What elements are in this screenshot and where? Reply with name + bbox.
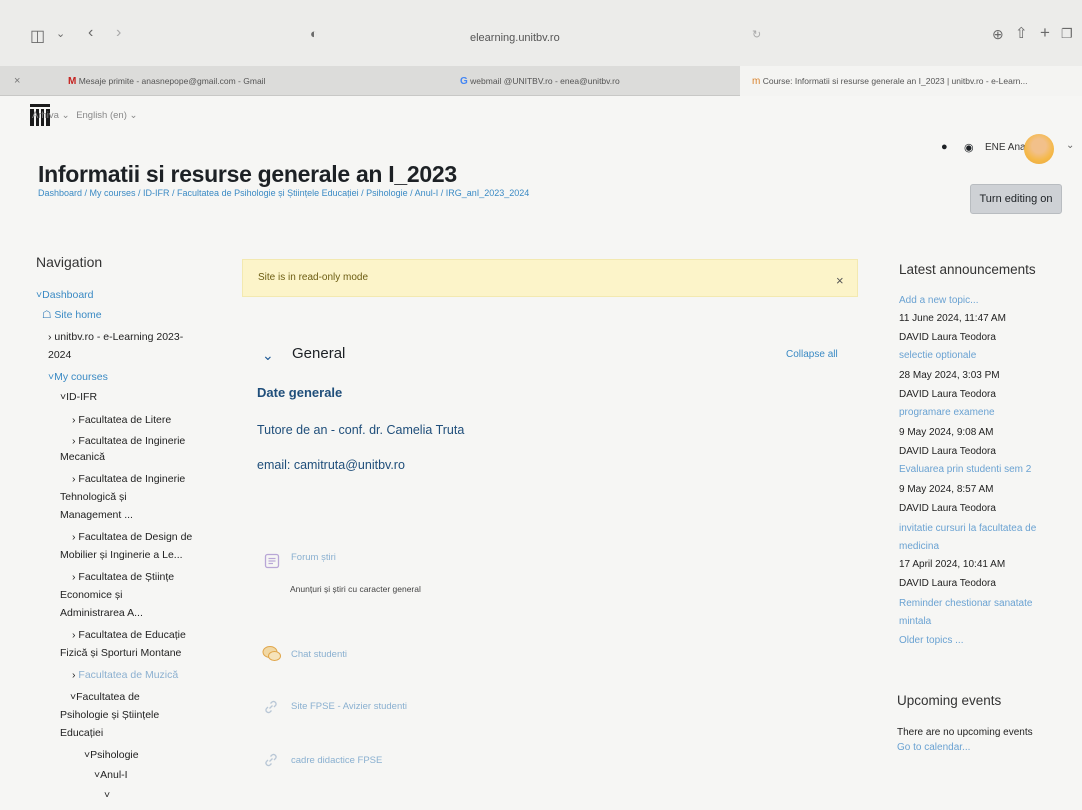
nav-elearning-cont[interactable]: 2024 [48,347,233,363]
forward-icon[interactable]: › [116,24,121,42]
google-icon: G [460,76,468,87]
announcement-topic-link[interactable]: Reminder chestionar sanatate mintala [899,595,1059,631]
nav-inginerie-mecanica[interactable]: › Facultatea de Inginerie [72,433,257,449]
close-icon[interactable]: × [836,273,844,288]
announcement-date: 28 May 2024, 3:03 PM [899,370,1000,381]
tab-course[interactable]: m Course: Informatii si resurse generale… [740,66,1082,96]
nav-my-courses[interactable]: ˅My courses [48,369,233,385]
moodle-icon: m [752,76,761,87]
nav-litere[interactable]: › Facultatea de Litere [72,412,257,428]
nav-muzica[interactable]: › Facultatea de Muzică [72,667,257,683]
chat-bubble-icon[interactable]: ◉ [964,141,974,154]
activity-forum-link[interactable]: Forum știri [291,552,336,563]
announcement-topic-link[interactable]: Evaluarea prin studenti sem 2 [899,463,1059,477]
address-bar[interactable]: elearning.unitbv.ro [470,32,560,44]
avatar[interactable] [1024,134,1054,164]
announcement-author: DAVID Laura Teodora [899,578,996,589]
announcement-topic-link[interactable]: invitatie cursuri la facultatea de medic… [899,520,1059,556]
nav-inginerie-tehnologica[interactable]: › Facultatea de Inginerie [72,471,257,487]
nav-id-ifr[interactable]: ˅ID-IFR [60,389,245,405]
gmail-icon: M [68,76,77,87]
announcements-title: Latest announcements [899,262,1036,277]
nav-design-mobilier[interactable]: › Facultatea de Design de [72,529,257,545]
alert-text: Site is in read-only mode [258,272,369,283]
go-to-calendar-link[interactable]: Go to calendar... [897,742,970,753]
home-icon: ☖ [42,309,52,321]
chevron-down-icon[interactable]: ⌄ [1066,140,1074,151]
announcement-author: DAVID Laura Teodora [899,389,996,400]
nav-stiinte-economice-cont[interactable]: Economice și [60,587,245,603]
tutor-email: email: camitruta@unitbv.ro [257,458,405,472]
nav-psihologie-faculty-cont2[interactable]: Educației [60,725,245,741]
nav-inginerie-mecanica-cont[interactable]: Mecanică [60,449,245,465]
user-name[interactable]: ENE Ana [985,142,1026,153]
browser-toolbar: ◫ ⌄ ‹ › ◐ elearning.unitbv.ro ↻ ⊕ ⇧ + ❐ [0,0,1082,66]
chevron-down-icon[interactable]: ⌄ [56,27,65,40]
tab-overview-icon[interactable]: ❐ [1061,26,1073,42]
activity-site-fpse-link[interactable]: Site FPSE - Avizier studenti [291,701,407,712]
back-icon[interactable]: ‹ [88,24,93,42]
chat-icon [262,646,281,661]
no-events-text: There are no upcoming events [897,727,1033,738]
link-icon [265,753,277,767]
announcement-date: 9 May 2024, 9:08 AM [899,427,994,438]
link-icon [265,700,277,714]
chevron-down-icon[interactable]: ˅ [104,787,289,803]
reload-icon[interactable]: ↻ [752,28,761,41]
add-new-topic-link[interactable]: Add a new topic... [899,294,1059,308]
older-topics-link[interactable]: Older topics ... [899,634,1059,648]
bell-icon[interactable]: ● [941,141,948,153]
top-nav: Arhiva ⌄ English (en) ⌄ [32,110,138,121]
activity-cadre-didactice-link[interactable]: cadre didactice FPSE [291,755,382,766]
nav-design-mobilier-cont[interactable]: Mobilier și Inginerie a Le... [60,547,245,563]
nav-educatie-fizica[interactable]: › Facultatea de Educație [72,627,257,643]
nav-psihologie-faculty-cont[interactable]: Psihologie și Științele [60,707,245,723]
announcement-author: DAVID Laura Teodora [899,503,996,514]
nav-dashboard[interactable]: ˅Dashboard [36,287,221,303]
nav-inginerie-tehnologica-cont2[interactable]: Management ... [60,507,245,523]
navigation-title: Navigation [36,254,103,270]
sidebar-toggle-icon[interactable]: ◫ [30,26,45,46]
nav-site-home[interactable]: ☖ Site home [42,307,227,323]
announcement-date: 11 June 2024, 11:47 AM [899,313,1006,324]
announcement-author: DAVID Laura Teodora [899,332,996,343]
language-menu[interactable]: English (en) [76,110,127,121]
nav-elearning[interactable]: › unitbv.ro - e-Learning 2023- [48,329,233,345]
nav-stiinte-economice[interactable]: › Facultatea de Științe [72,569,257,585]
section-heading: Date generale [257,385,343,400]
close-tab-icon[interactable]: × [14,66,28,96]
tab-webmail[interactable]: G webmail @UNITBV.ro - enea@unitbv.ro [460,66,730,96]
turn-editing-on-button[interactable]: Turn editing on [970,184,1062,214]
privacy-shield-icon[interactable]: ◐ [310,26,318,41]
nav-stiinte-economice-cont2[interactable]: Administrarea A... [60,605,245,621]
page-title: Informatii si resurse generale an I_2023 [38,161,457,187]
breadcrumb[interactable]: Dashboard / My courses / ID-IFR / Facult… [38,188,529,198]
nav-psihologie[interactable]: ˅Psihologie [84,747,269,763]
nav-psihologie-faculty[interactable]: ˅Facultatea de [70,689,255,705]
nav-inginerie-tehnologica-cont[interactable]: Tehnologică și [60,489,245,505]
tutor-info: Tutore de an - conf. dr. Camelia Truta [257,423,465,437]
forum-description: Anunțuri și știri cu caracter general [290,584,421,594]
announcement-topic-link[interactable]: programare examene [899,406,1059,420]
collapse-all-link[interactable]: Collapse all [786,349,838,360]
announcement-date: 9 May 2024, 8:57 AM [899,484,994,495]
tab-bar: × M Mesaje primite - anasnepope@gmail.co… [0,66,1082,96]
announcement-date: 17 April 2024, 10:41 AM [899,559,1006,570]
activity-chat-link[interactable]: Chat studenti [291,649,347,660]
chevron-down-icon: ⌄ [61,110,73,121]
download-icon[interactable]: ⊕ [992,26,1004,43]
chevron-down-icon: ⌄ [129,110,138,121]
tab-gmail[interactable]: M Mesaje primite - anasnepope@gmail.com … [68,66,368,96]
upcoming-events-title: Upcoming events [897,693,1002,708]
announcement-topic-link[interactable]: selectie optionale [899,349,1059,363]
new-tab-icon[interactable]: + [1040,23,1050,43]
forum-icon [264,553,280,569]
arhiva-menu[interactable]: Arhiva [32,110,59,121]
announcement-author: DAVID Laura Teodora [899,446,996,457]
section-title[interactable]: General [292,345,345,362]
share-icon[interactable]: ⇧ [1015,24,1028,42]
nav-anul-i[interactable]: ˅Anul-I [94,767,279,783]
chevron-down-icon[interactable]: ⌄ [262,347,274,364]
nav-educatie-fizica-cont[interactable]: Fizică și Sporturi Montane [60,645,245,661]
